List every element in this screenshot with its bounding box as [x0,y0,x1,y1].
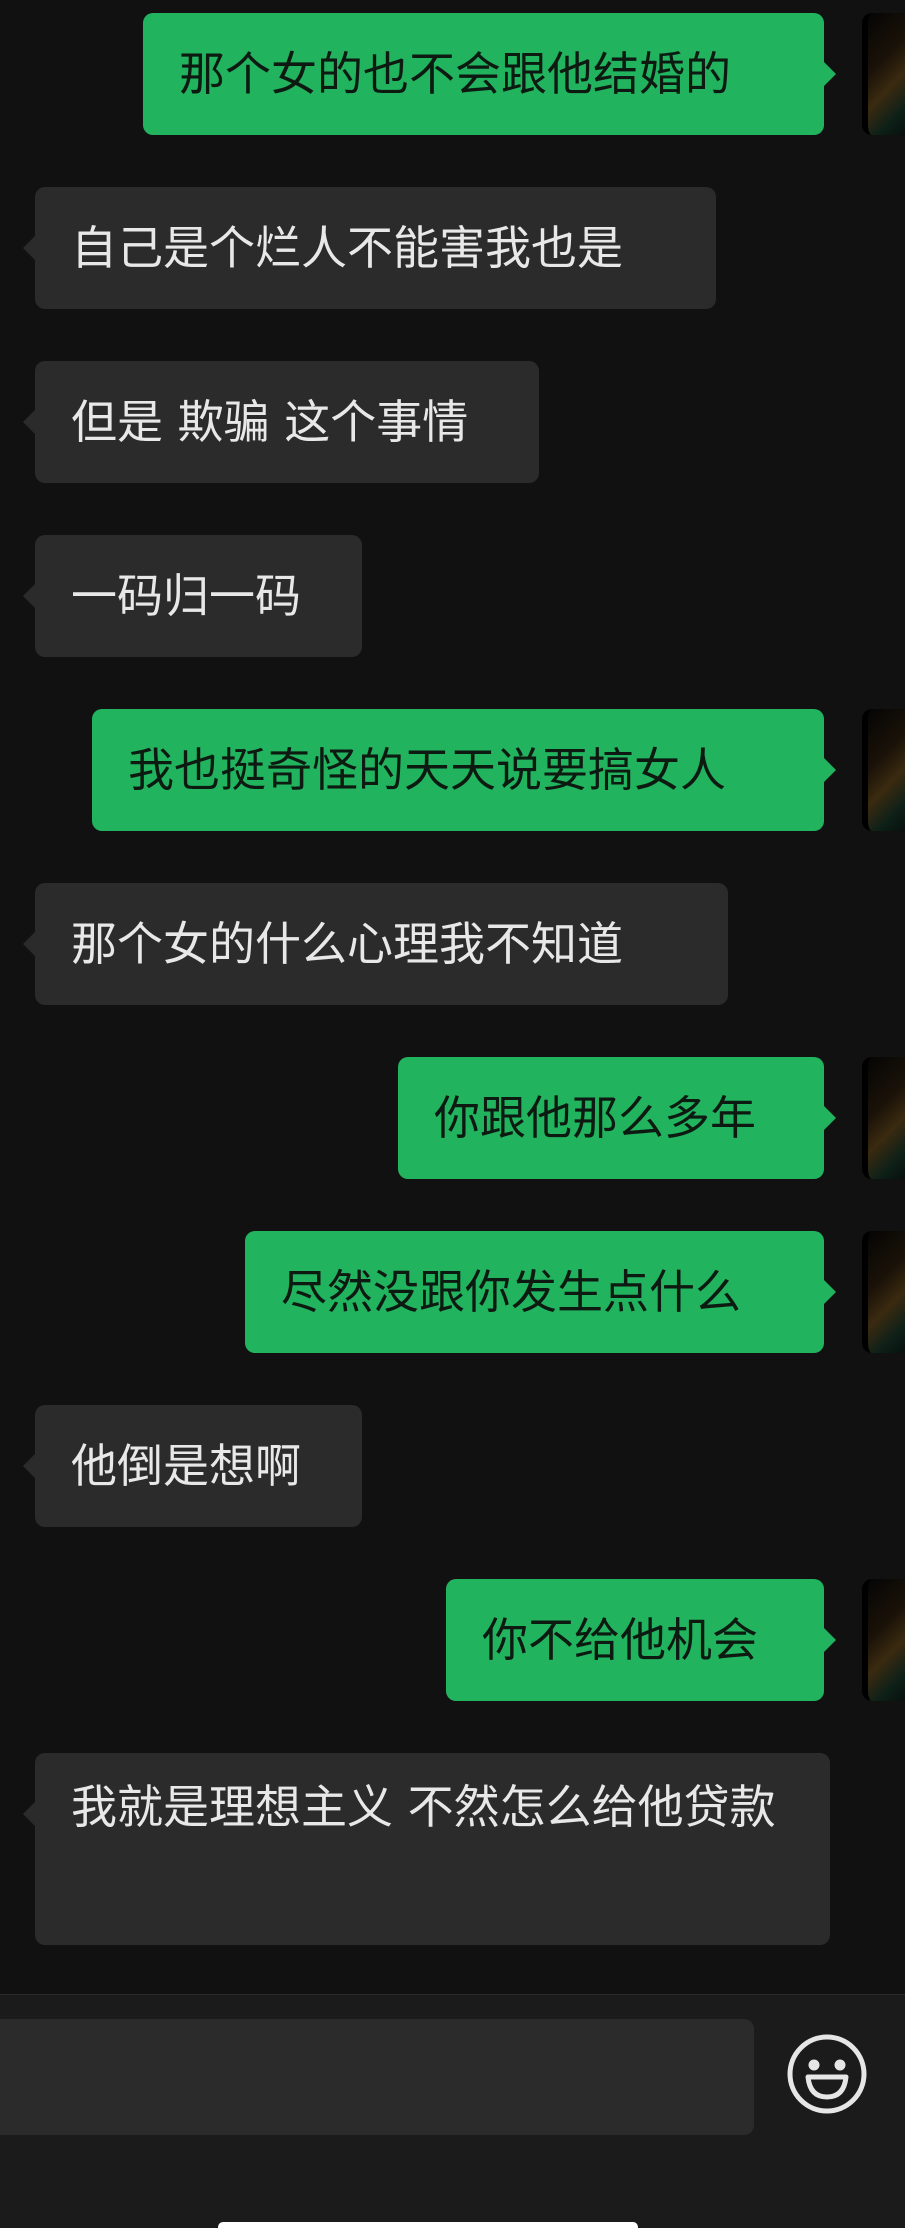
avatar[interactable] [862,1057,905,1179]
chat-screen: 那个女的也不会跟他结婚的 自己是个烂人不能害我也是 但是 欺骗 这个事情 一码归… [0,0,905,2228]
bubble-tail [824,758,836,782]
bubble-tail [824,62,836,86]
avatar[interactable] [862,13,905,135]
bubble-tail [23,236,35,260]
home-indicator[interactable] [218,2222,638,2228]
bubble-tail [23,584,35,608]
message-bubble[interactable]: 我也挺奇怪的天天说要搞女人 [92,709,824,831]
message-bubble[interactable]: 那个女的什么心理我不知道 [35,883,728,1005]
bubble-tail [23,932,35,956]
chat-input-bar [0,1994,905,2228]
avatar[interactable] [862,1579,905,1701]
avatar[interactable] [862,1231,905,1353]
bubble-tail [23,1454,35,1478]
smiley-face-icon[interactable] [786,2033,868,2115]
bubble-tail [824,1628,836,1652]
message-bubble[interactable]: 但是 欺骗 这个事情 [35,361,539,483]
message-bubble[interactable]: 他倒是想啊 [35,1405,362,1527]
message-input[interactable] [0,2019,754,2135]
message-bubble[interactable]: 你不给他机会 [446,1579,824,1701]
bubble-tail [23,410,35,434]
bubble-tail [824,1280,836,1304]
message-bubble[interactable]: 你跟他那么多年 [398,1057,824,1179]
bubble-tail [23,1802,35,1826]
bubble-tail [824,1106,836,1130]
avatar[interactable] [862,709,905,831]
message-bubble[interactable]: 自己是个烂人不能害我也是 [35,187,716,309]
smiley-face-icon-graphic [787,2034,867,2114]
message-bubble[interactable]: 我就是理想主义 不然怎么给他贷款 [35,1753,830,1945]
message-bubble[interactable]: 那个女的也不会跟他结婚的 [143,13,824,135]
message-bubble[interactable]: 一码归一码 [35,535,362,657]
message-bubble[interactable]: 尽然没跟你发生点什么 [245,1231,824,1353]
